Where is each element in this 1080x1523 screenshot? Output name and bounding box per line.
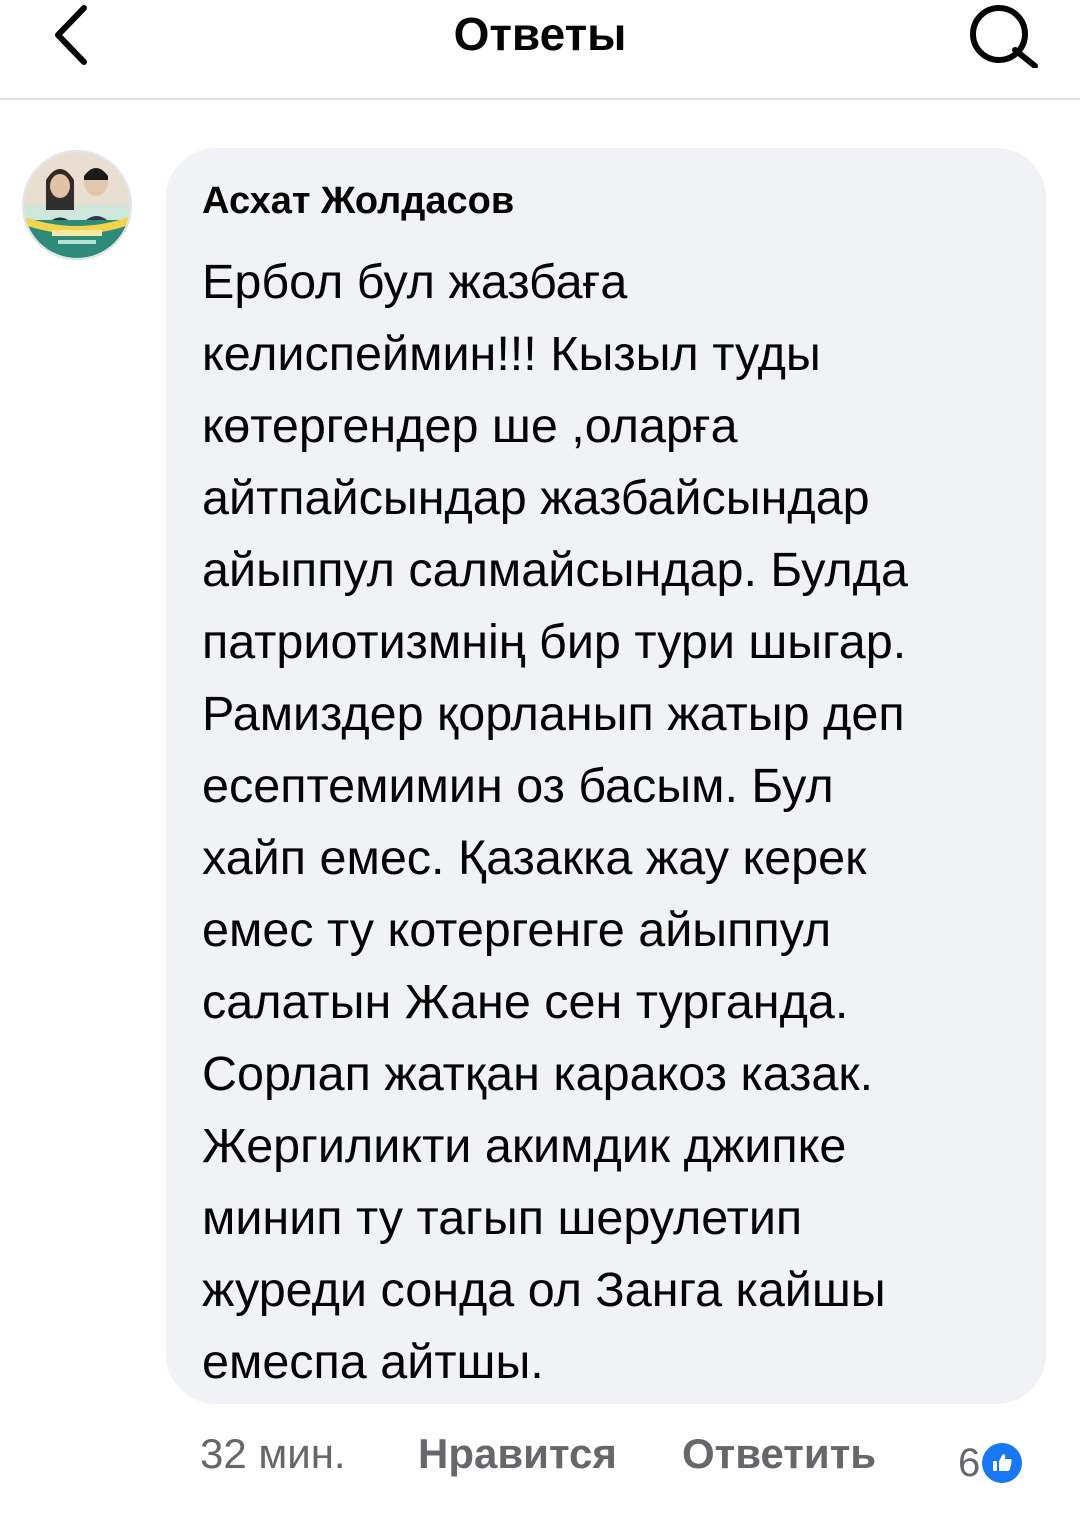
search-button[interactable] bbox=[958, 0, 1044, 72]
comment-bubble: Асхат Жолдасов Ербол бул жазбаға келиспе… bbox=[166, 148, 1046, 1404]
comment-line: патриотизмнің бир тури шыгар. bbox=[202, 615, 907, 669]
comment-line: журеди сонда ол Занга кайшы bbox=[202, 1263, 886, 1317]
search-icon bbox=[970, 5, 1038, 68]
reply-button[interactable]: Ответить bbox=[682, 1424, 876, 1484]
comment-line: Сорлап жатқан каракоз казак. bbox=[202, 1047, 874, 1101]
comment-line: есептемимин оз басым. Бул bbox=[202, 759, 834, 813]
comment-line: хайп емес. Қазакка жау керек bbox=[202, 831, 867, 885]
comment-line: көтергендер ше ,оларға bbox=[202, 399, 738, 453]
comment-line: айыппул салмайсындар. Булда bbox=[202, 543, 908, 597]
page-title: Ответы bbox=[453, 8, 627, 60]
comment-line: емеспа айтшы. bbox=[202, 1335, 544, 1389]
comment-line: келиспеймин!!! Кызыл туды bbox=[202, 327, 821, 381]
comment-line: минип ту тагып шерулетип bbox=[202, 1191, 803, 1245]
comment-line: Рамиздер қорланып жатыр деп bbox=[202, 687, 905, 741]
comment-actions: 32 мин. Нравится Ответить 6 bbox=[200, 1424, 1060, 1494]
top-bar: Ответы bbox=[0, 0, 1080, 100]
comment-line: Жергиликти акимдик джипке bbox=[202, 1119, 847, 1173]
reaction-count: 6 bbox=[958, 1441, 981, 1485]
like-reaction-icon bbox=[982, 1443, 1023, 1483]
comment-author[interactable]: Асхат Жолдасов bbox=[202, 176, 1026, 226]
comment-text: Ербол бул жазбаға келиспеймин!!! Кызыл т… bbox=[202, 246, 1026, 1398]
like-button[interactable]: Нравится bbox=[418, 1424, 617, 1484]
profile-photo-icon bbox=[22, 150, 132, 260]
comment-line: айтпайсындар жазбайсындар bbox=[202, 471, 870, 525]
avatar[interactable] bbox=[22, 150, 132, 260]
comment-line: Ербол бул жазбаға bbox=[202, 255, 628, 309]
comment-line: емес ту котергенге айыппул bbox=[202, 903, 832, 957]
comment-line: салатын Жане сен турганда. bbox=[202, 975, 849, 1029]
comment-timestamp[interactable]: 32 мин. bbox=[200, 1424, 346, 1484]
reaction-summary[interactable]: 6 bbox=[958, 1438, 1023, 1488]
